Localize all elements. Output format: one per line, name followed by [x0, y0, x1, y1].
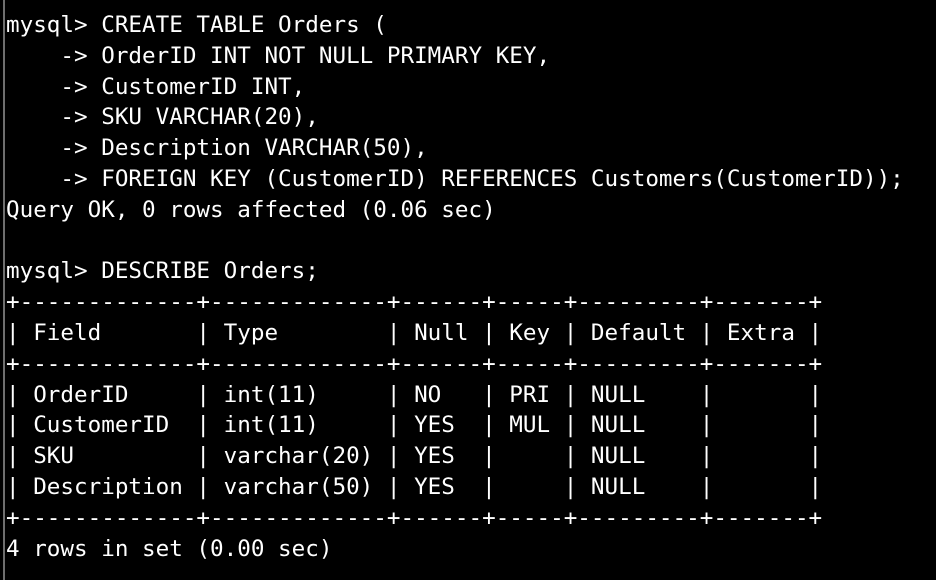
table-border-top: +-------------+-------------+------+----…: [6, 289, 823, 316]
describe-prompt-line: mysql> DESCRIBE Orders;: [6, 258, 319, 285]
continuation-line-orderid: -> OrderID INT NOT NULL PRIMARY KEY,: [6, 42, 551, 69]
table-row-description: | Description | varchar(50) | YES | | NU…: [6, 473, 823, 500]
table-border-bottom: +-------------+-------------+------+----…: [6, 504, 823, 531]
table-header-row: | Field | Type | Null | Key | Default | …: [6, 319, 823, 346]
continuation-line-foreign-key: -> FOREIGN KEY (CustomerID) REFERENCES C…: [6, 165, 904, 192]
continuation-line-sku: -> SKU VARCHAR(20),: [6, 104, 319, 131]
continuation-line-description: -> Description VARCHAR(50),: [6, 135, 428, 162]
create-table-prompt-line: mysql> CREATE TABLE Orders (: [6, 12, 387, 38]
rows-in-set-line: 4 rows in set (0.00 sec): [6, 535, 333, 562]
table-row-sku: | SKU | varchar(20) | YES | | NULL | |: [6, 443, 823, 470]
query-ok-result-line: Query OK, 0 rows affected (0.06 sec): [6, 196, 496, 223]
terminal-window[interactable]: mysql> CREATE TABLE Orders ( -> OrderID …: [0, 0, 936, 580]
continuation-line-customerid: -> CustomerID INT,: [6, 73, 306, 100]
table-border-header: +-------------+-------------+------+----…: [6, 350, 823, 377]
table-row-customerid: | CustomerID | int(11) | YES | MUL | NUL…: [6, 412, 823, 439]
table-row-orderid: | OrderID | int(11) | NO | PRI | NULL | …: [6, 381, 823, 408]
text-cursor-guide: [3, 0, 5, 580]
